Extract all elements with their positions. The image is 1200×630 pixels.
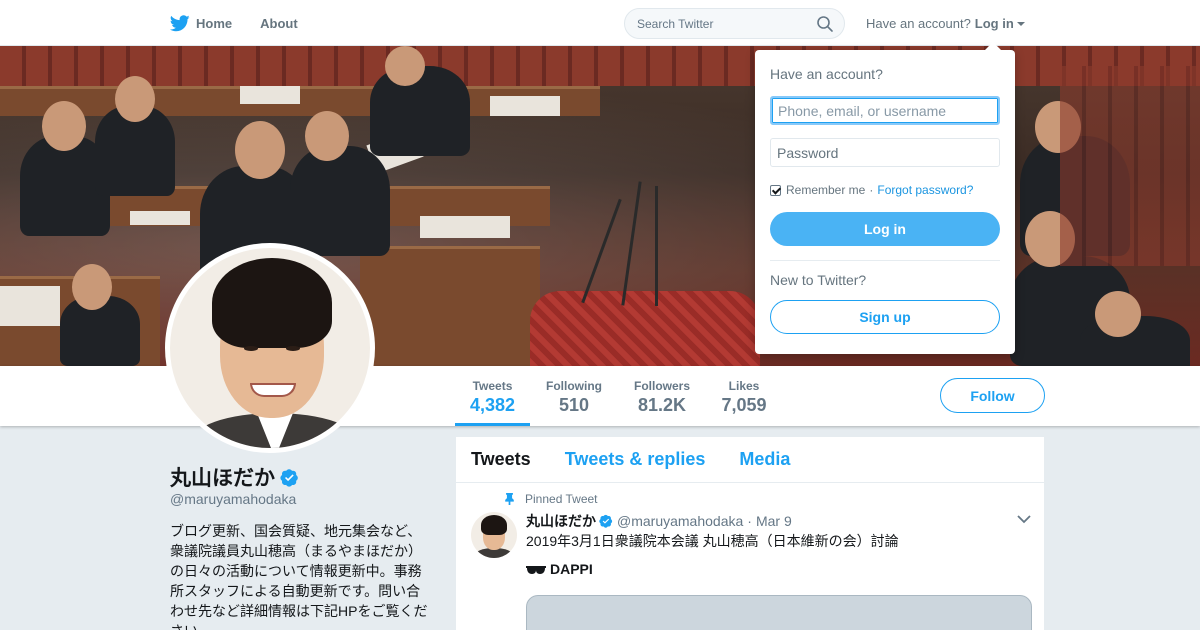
dropdown-divider <box>770 260 1000 261</box>
signup-button[interactable]: Sign up <box>770 300 1000 334</box>
top-nav: Home About Search Twitter Have an accoun… <box>0 0 1200 46</box>
banner-podium <box>530 291 760 366</box>
banner-person <box>290 146 390 256</box>
tweet-avatar-hair <box>481 515 507 535</box>
tweet[interactable]: Pinned Tweet 丸山ほだか @maruyamahodaka · Mar… <box>456 484 1044 630</box>
password-field[interactable]: Password <box>770 138 1000 167</box>
stat-following[interactable]: Following 510 <box>538 366 610 426</box>
search-placeholder: Search Twitter <box>637 16 714 31</box>
stat-likes[interactable]: Likes 7,059 <box>716 366 772 426</box>
stat-value: 4,382 <box>469 395 516 415</box>
verified-badge-icon <box>599 514 613 528</box>
banner-paper <box>130 211 190 225</box>
stat-label: Followers <box>633 379 690 393</box>
tweet-header: 丸山ほだか @maruyamahodaka · Mar 9 <box>526 511 792 531</box>
banner-paper <box>420 216 510 238</box>
stat-tweets[interactable]: Tweets 4,382 <box>455 366 530 426</box>
tab-tweets[interactable]: Tweets <box>471 449 531 470</box>
nav-home[interactable]: Home <box>170 0 232 46</box>
banner-mic <box>621 181 642 306</box>
stat-label: Likes <box>728 379 760 393</box>
account-menu: Have an account? Log in <box>866 0 1025 46</box>
tweet-text-line2: DAPPI <box>526 561 593 577</box>
nav-home-label: Home <box>196 15 233 31</box>
avatar-mouth <box>250 383 296 397</box>
username-placeholder: Phone, email, or username <box>778 102 947 119</box>
remember-me-label[interactable]: Remember me <box>786 183 865 197</box>
search-input[interactable]: Search Twitter <box>624 8 845 39</box>
banner-paper <box>240 86 300 104</box>
banner-head <box>42 101 86 151</box>
stat-label: Tweets <box>472 379 513 393</box>
tweet-text: 2019年3月1日衆議院本会議 丸山穂高（日本維新の会）討論 <box>526 533 899 549</box>
username-field[interactable]: Phone, email, or username <box>770 96 1000 125</box>
nav-about[interactable]: About <box>260 0 298 46</box>
password-placeholder: Password <box>777 144 839 161</box>
verified-badge-icon <box>280 468 298 487</box>
login-link-label: Log in <box>974 15 1014 31</box>
nav-left: Home About <box>170 0 326 46</box>
banner-paper <box>0 286 60 326</box>
forgot-password-link[interactable]: Forgot password? <box>877 183 973 197</box>
pinned-label-text: Pinned Tweet <box>525 492 598 506</box>
nav-about-label: About <box>260 15 298 31</box>
banner-head <box>1095 291 1141 337</box>
profile-name[interactable]: 丸山ほだか <box>170 462 299 492</box>
banner-chairs <box>0 46 1200 86</box>
stat-followers[interactable]: Followers 81.2K <box>628 366 696 426</box>
tweet-media[interactable] <box>526 595 1032 630</box>
remember-separator: · <box>869 183 874 197</box>
banner-paper <box>490 96 560 116</box>
banner-head <box>385 46 425 86</box>
stat-value: 81.2K <box>637 395 687 415</box>
login-button[interactable]: Log in <box>770 212 1000 246</box>
banner-mic <box>655 186 658 306</box>
search-icon[interactable] <box>816 15 834 33</box>
stat-label: Following <box>546 379 602 393</box>
caret-down-icon <box>1016 22 1025 27</box>
tweet-avatar[interactable] <box>471 512 517 558</box>
profile-name-text: 丸山ほだか <box>170 467 275 490</box>
timeline: Tweets Tweets & replies Media Pinned Twe… <box>456 437 1044 630</box>
avatar-hair <box>212 258 332 348</box>
login-link[interactable]: Log in <box>975 16 1025 31</box>
tab-tweets-replies[interactable]: Tweets & replies <box>565 449 706 470</box>
stat-value: 510 <box>558 395 590 415</box>
banner-head <box>235 121 285 179</box>
banner-chairs <box>1060 66 1200 266</box>
twitter-bird-icon <box>170 14 190 31</box>
tab-media[interactable]: Media <box>739 449 790 470</box>
profile-avatar[interactable] <box>165 243 375 453</box>
sunglasses-emoji-icon <box>526 566 546 575</box>
tweet-date[interactable]: Mar 9 <box>756 513 792 529</box>
pin-icon <box>505 493 514 505</box>
avatar-eye <box>286 346 300 351</box>
login-dropdown-title: Have an account? <box>770 66 883 82</box>
have-account-text: Have an account? <box>866 15 971 31</box>
banner-person <box>370 66 470 156</box>
timeline-tabs: Tweets Tweets & replies Media <box>456 437 1044 483</box>
tweet-author-name[interactable]: 丸山ほだか <box>526 511 596 531</box>
banner-head <box>305 111 349 161</box>
profile-bio: ブログ更新、国会質疑、地元集会など、衆議院議員丸山穂高（まるやまほだか）の日々の… <box>170 523 428 630</box>
pinned-label: Pinned Tweet <box>504 492 598 506</box>
profile-screen-name[interactable]: @maruyamahodaka <box>170 491 296 507</box>
chevron-down-icon[interactable] <box>1017 515 1031 524</box>
tweet-handle[interactable]: @maruyamahodaka <box>617 513 743 529</box>
remember-row: Remember me · Forgot password? <box>770 183 973 197</box>
tweet-text-dappi: DAPPI <box>550 561 593 577</box>
avatar-eye <box>244 346 258 351</box>
new-to-twitter-text: New to Twitter? <box>770 272 867 288</box>
banner-mic <box>581 198 622 304</box>
login-dropdown: Have an account? Phone, email, or userna… <box>755 42 1015 354</box>
tweet-date-separator: · <box>747 513 752 529</box>
stat-value: 7,059 <box>721 395 767 415</box>
follow-button[interactable]: Follow <box>940 378 1045 413</box>
banner-head <box>115 76 155 122</box>
banner-head <box>72 264 112 310</box>
remember-me-checkbox[interactable] <box>770 184 781 196</box>
banner-desk <box>360 246 540 366</box>
